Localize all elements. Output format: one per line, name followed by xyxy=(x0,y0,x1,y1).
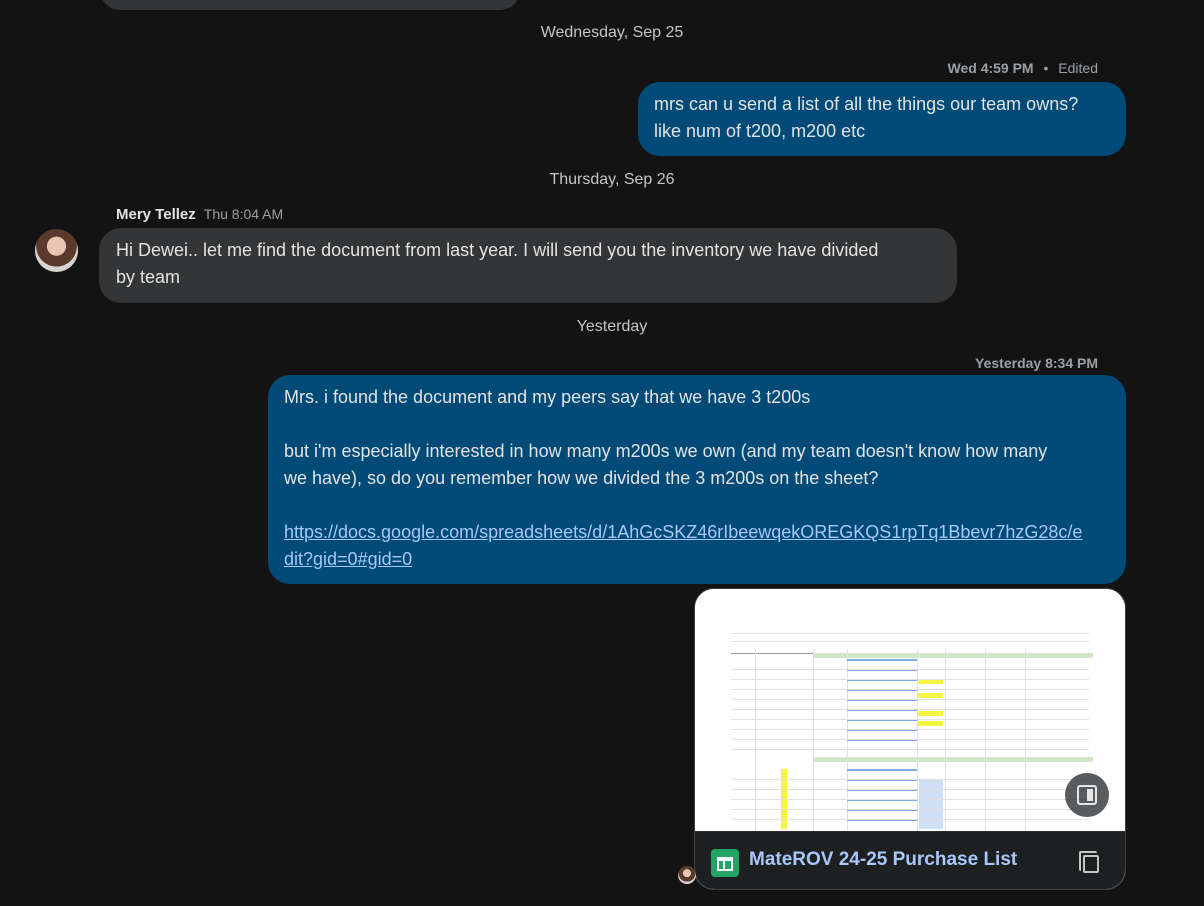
message-text-line: Mrs. i found the document and my peers s… xyxy=(284,387,811,407)
sender-header: Mery Tellez Thu 8:04 AM xyxy=(116,206,283,223)
message-timestamp: Wed 4:59 PM xyxy=(947,60,1034,76)
thumbnail-row xyxy=(731,675,1089,680)
thumbnail-row xyxy=(731,815,1089,820)
attachment-title[interactable]: MateROV 24-25 Purchase List xyxy=(749,849,1017,871)
thumbnail-row xyxy=(731,685,1089,690)
date-separator: Yesterday xyxy=(576,318,648,335)
message-meta: Yesterday 8:34 PM xyxy=(975,355,1098,371)
spreadsheet-link-cont[interactable]: dit?gid=0#gid=0 xyxy=(284,549,412,569)
message-text-line: Hi Dewei.. let me find the document from… xyxy=(116,240,879,260)
thumbnail-row xyxy=(731,805,1089,810)
side-panel-button[interactable] xyxy=(1065,773,1109,817)
thumbnail-row xyxy=(731,775,1089,780)
thumbnail-row xyxy=(731,745,1089,750)
thumbnail-link-cell xyxy=(847,769,917,771)
message-text-line: by team xyxy=(116,267,181,287)
outgoing-message-bubble[interactable]: Mrs. i found the document and my peers s… xyxy=(268,375,1126,584)
thumbnail-row xyxy=(731,695,1089,700)
sender-avatar[interactable] xyxy=(35,229,78,272)
read-receipt-avatar xyxy=(678,866,696,884)
date-separator: Thursday, Sep 26 xyxy=(549,171,675,188)
message-text-line: mrs can u send a list of all the things … xyxy=(654,94,1079,114)
message-timestamp: Thu 8:04 AM xyxy=(203,206,284,222)
message-text-line: but i'm especially interested in how man… xyxy=(284,441,1048,461)
thumbnail-row xyxy=(731,665,1089,670)
thumbnail-row xyxy=(731,795,1089,800)
incoming-message-bubble[interactable]: Hi Dewei.. let me find the document from… xyxy=(99,228,957,303)
sender-name[interactable]: Mery Tellez xyxy=(116,206,196,223)
thumbnail-green-row xyxy=(813,757,1093,762)
outgoing-message-bubble[interactable]: mrs can u send a list of all the things … xyxy=(638,82,1126,156)
message-link-wrap: https://docs.google.com/spreadsheets/d/1… xyxy=(284,519,1110,573)
thumbnail-row xyxy=(731,715,1089,720)
thumbnail-link-cell xyxy=(847,659,917,661)
message-meta: Wed 4:59 PM • Edited xyxy=(948,60,1099,76)
thumbnail-row xyxy=(731,705,1089,710)
attachment-footer[interactable]: MateROV 24-25 Purchase List xyxy=(695,831,1125,889)
previous-message-bubble[interactable] xyxy=(100,0,520,10)
thumbnail-green-row xyxy=(813,653,1093,658)
meta-dot: • xyxy=(1043,60,1049,76)
attachment-card[interactable]: MateROV 24-25 Purchase List xyxy=(694,588,1126,890)
spreadsheet-thumbnail[interactable] xyxy=(695,589,1125,831)
edited-label: Edited xyxy=(1058,60,1098,76)
google-sheets-icon xyxy=(711,849,739,877)
thumbnail-row xyxy=(731,629,1089,634)
message-text-line: we have), so do you remember how we divi… xyxy=(284,468,879,488)
thumbnail-row xyxy=(731,735,1089,740)
side-panel-icon xyxy=(1077,785,1097,805)
copy-icon[interactable] xyxy=(1075,849,1101,875)
thumbnail-row xyxy=(731,637,1089,642)
spreadsheet-link[interactable]: https://docs.google.com/spreadsheets/d/1… xyxy=(284,522,1082,542)
message-text-line: like num of t200, m200 etc xyxy=(654,121,866,141)
thumbnail-row xyxy=(731,725,1089,730)
thumbnail-row xyxy=(731,785,1089,790)
message-timestamp: Yesterday 8:34 PM xyxy=(975,355,1098,371)
date-separator: Wednesday, Sep 25 xyxy=(540,24,684,41)
